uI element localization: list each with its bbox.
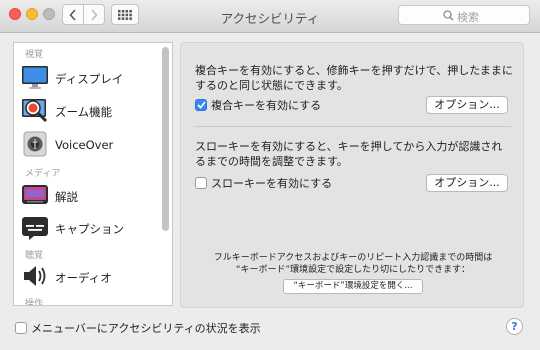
sidebar-scrollbar[interactable] xyxy=(161,45,170,303)
checkbox-unchecked-icon xyxy=(15,322,27,334)
sidebar-item-label: ディスプレイ xyxy=(55,72,124,86)
checkbox-unchecked-icon xyxy=(195,177,207,189)
sidebar-item-audio[interactable]: オーディオ xyxy=(21,262,159,294)
keyboard-note-line1: フルキーボードアクセスおよびキーのリピート入力認識までの時間は xyxy=(213,253,493,263)
audio-icon xyxy=(24,266,46,286)
search-field[interactable]: 検索 xyxy=(398,5,530,25)
menubar-status-checkbox[interactable]: メニューバーにアクセシビリティの状況を表示 xyxy=(15,320,261,336)
slow-keys-label: スローキーを有効にする xyxy=(211,177,333,190)
search-placeholder: 検索 xyxy=(457,11,479,24)
slow-keys-options-button[interactable]: オプション... xyxy=(426,174,508,192)
section-divider xyxy=(195,126,511,127)
section-header-hearing: 聴覚 xyxy=(25,251,44,261)
slow-keys-description: スローキーを有効にすると、キーを押してから入力が認識されるまでの時間を調整できま… xyxy=(195,140,503,168)
preferences-window: アクセシビリティ 検索 視覚 ディスプレイ ズーム機能 VoiceOver メデ… xyxy=(0,0,540,350)
category-sidebar[interactable]: 視覚 ディスプレイ ズーム機能 VoiceOver メディア 解説 キャプション… xyxy=(13,42,173,306)
help-button[interactable]: ? xyxy=(506,318,523,335)
display-icon xyxy=(22,66,48,89)
voiceover-icon xyxy=(23,131,47,157)
sidebar-item-label: ズーム機能 xyxy=(55,105,113,119)
section-header-media: メディア xyxy=(25,169,61,179)
zoom-icon xyxy=(22,99,48,123)
sidebar-item-zoom[interactable]: ズーム機能 xyxy=(21,96,159,128)
sidebar-item-captions[interactable]: キャプション xyxy=(21,213,159,245)
open-keyboard-preferences-button[interactable]: “キーボード”環境設定を開く... xyxy=(283,279,423,294)
sidebar-item-display[interactable]: ディスプレイ xyxy=(21,63,159,95)
sticky-keys-options-button[interactable]: オプション... xyxy=(426,96,508,114)
sticky-keys-label: 複合キーを有効にする xyxy=(211,99,322,112)
descriptions-icon xyxy=(22,185,48,204)
slow-keys-checkbox[interactable]: スローキーを有効にする xyxy=(195,175,332,191)
sidebar-item-descriptions[interactable]: 解説 xyxy=(21,181,159,213)
sidebar-item-label: オーディオ xyxy=(55,271,112,285)
captions-icon xyxy=(22,217,48,240)
search-icon xyxy=(443,10,454,21)
keyboard-note-line2: “キーボード”環境設定で設定したり切にしたりできます： xyxy=(235,265,471,275)
sticky-keys-description: 複合キーを有効にすると、修飾キーを押すだけで、押したままにするのと同じ状態にでき… xyxy=(195,64,513,92)
section-header-vision: 視覚 xyxy=(25,50,44,60)
menubar-status-label: メニューバーにアクセシビリティの状況を表示 xyxy=(31,322,261,335)
title-bar: アクセシビリティ 検索 xyxy=(0,0,540,33)
section-header-interaction: 操作 xyxy=(25,299,44,306)
sidebar-item-label: キャプション xyxy=(55,222,124,236)
scrollbar-thumb[interactable] xyxy=(162,47,169,231)
sticky-keys-checkbox[interactable]: 複合キーを有効にする xyxy=(195,97,321,113)
keyboard-settings-panel: 複合キーを有効にすると、修飾キーを押すだけで、押したままにするのと同じ状態にでき… xyxy=(180,42,524,308)
sidebar-item-label: VoiceOver xyxy=(55,138,114,152)
sidebar-item-label: 解説 xyxy=(55,190,78,204)
sidebar-item-voiceover[interactable]: VoiceOver xyxy=(21,130,159,162)
checkbox-checked-icon xyxy=(195,99,207,111)
